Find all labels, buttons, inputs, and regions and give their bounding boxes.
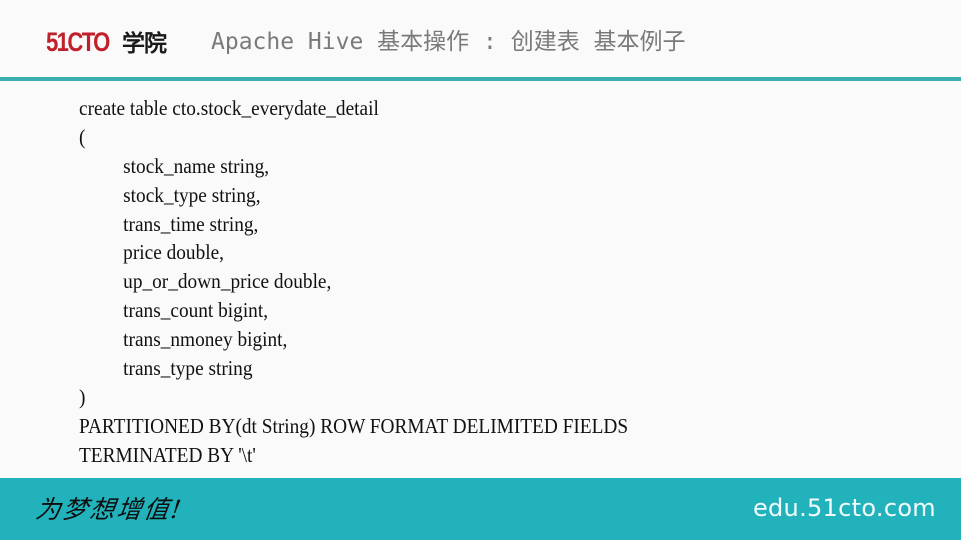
code-line: ) [79, 384, 86, 409]
code-line: stock_name string, [123, 153, 270, 178]
logo-number: 51CTO [46, 27, 110, 57]
code-line: PARTITIONED BY(dt String) ROW FORMAT DEL… [79, 413, 629, 438]
header-divider [0, 77, 961, 81]
slide-title: Apache Hive 基本操作 : 创建表 基本例子 [211, 29, 686, 55]
code-block: create table cto.stock_everydate_detail (… [79, 94, 870, 470]
slogan-text: 为梦想增值! [33, 495, 185, 524]
code-line: TERMINATED BY '\t' [79, 442, 256, 467]
code-line: stock_type string, [123, 182, 261, 207]
code-line: trans_count bigint, [123, 298, 269, 323]
site-url: edu.51cto.com [752, 494, 936, 522]
slide-footer: 为梦想增值! edu.51cto.com [0, 478, 961, 540]
code-line: price double, [123, 240, 225, 265]
code-line: trans_time string, [123, 211, 259, 236]
code-line: up_or_down_price double, [123, 269, 332, 294]
brand-logo: 51CTO 学院 [46, 24, 167, 57]
code-line: trans_nmoney bigint, [123, 327, 288, 352]
slide-header: 51CTO 学院 Apache Hive 基本操作 : 创建表 基本例子 [0, 0, 961, 77]
code-line: create table cto.stock_everydate_detail [79, 96, 379, 120]
logo-text: 学院 [122, 30, 167, 56]
code-line: trans_type string [123, 356, 253, 381]
code-line: ( [79, 124, 86, 149]
